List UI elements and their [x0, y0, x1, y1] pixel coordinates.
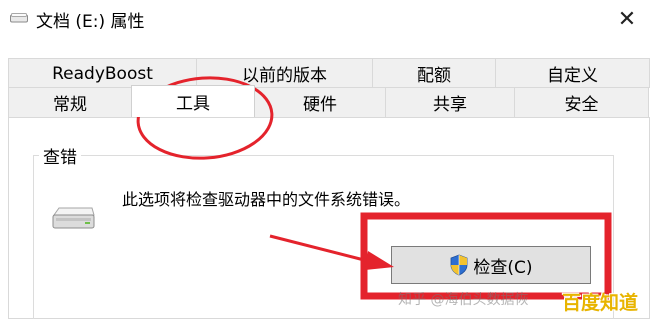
tab-security[interactable]: 安全 [514, 87, 649, 117]
check-button-label: 检查(C) [473, 257, 533, 278]
tab-tools[interactable]: 工具 [131, 85, 255, 117]
watermark-text: 知乎 @海伯头数据恢 [398, 292, 529, 308]
drive-small-icon [10, 13, 28, 23]
tab-customize[interactable]: 自定义 [495, 58, 650, 88]
title-bar: 文档 (E:) 属性 ✕ [0, 0, 650, 38]
drive-icon [52, 207, 95, 229]
tab-readyboost[interactable]: ReadyBoost [8, 58, 197, 88]
description-text: 此选项将检查驱动器中的文件系统错误。 [122, 190, 411, 209]
tab-row-2: 常规 工具 硬件 共享 安全 [8, 85, 650, 117]
tab-row-1: ReadyBoost 以前的版本 配额 自定义 [8, 58, 650, 88]
tab-general[interactable]: 常规 [8, 87, 132, 117]
tab-quota[interactable]: 配额 [372, 58, 496, 88]
close-button[interactable]: ✕ [604, 0, 650, 38]
shield-icon [451, 254, 468, 276]
tab-hardware[interactable]: 硬件 [254, 87, 386, 117]
group-label: 查错 [39, 143, 81, 168]
tab-previous-versions[interactable]: 以前的版本 [196, 58, 373, 88]
tab-sharing[interactable]: 共享 [385, 87, 515, 117]
close-icon: ✕ [617, 6, 637, 32]
watermark-logo: 百度知道 [562, 292, 639, 314]
window-title: 文档 (E:) 属性 [36, 12, 145, 32]
check-button[interactable]: 检查(C) [391, 246, 591, 284]
